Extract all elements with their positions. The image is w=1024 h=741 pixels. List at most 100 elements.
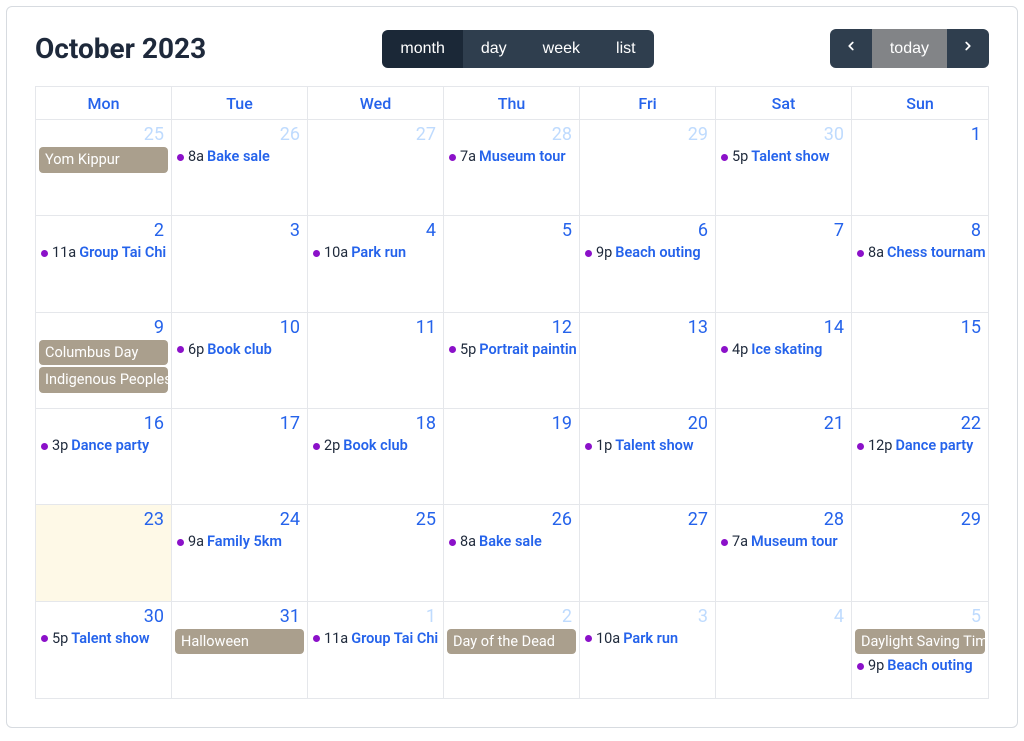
calendar-day[interactable]: 125pPortrait painting: [444, 313, 580, 409]
day-number[interactable]: 28: [719, 507, 848, 532]
calendar-day[interactable]: 27: [308, 120, 444, 216]
event-timed[interactable]: 5pTalent show: [719, 147, 848, 167]
day-number[interactable]: 13: [583, 315, 712, 340]
event-timed[interactable]: 4pIce skating: [719, 340, 848, 360]
view-week-button[interactable]: week: [525, 30, 598, 68]
day-number[interactable]: 21: [719, 411, 848, 436]
day-number[interactable]: 3: [583, 604, 712, 629]
day-number[interactable]: 11: [311, 315, 440, 340]
event-timed[interactable]: 8aBake sale: [175, 147, 304, 167]
calendar-day[interactable]: 3: [172, 216, 308, 312]
event-timed[interactable]: 9aFamily 5km: [175, 532, 304, 552]
day-number[interactable]: 1: [855, 122, 985, 147]
calendar-day[interactable]: 23: [36, 505, 172, 601]
day-number[interactable]: 9: [39, 315, 168, 340]
day-number[interactable]: 20: [583, 411, 712, 436]
day-number[interactable]: 19: [447, 411, 576, 436]
view-list-button[interactable]: list: [598, 30, 654, 68]
event-timed[interactable]: 3pDance party: [39, 436, 168, 456]
calendar-day[interactable]: 13: [580, 313, 716, 409]
calendar-day[interactable]: 144pIce skating: [716, 313, 852, 409]
calendar-day[interactable]: 9Columbus DayIndigenous Peoples' Day: [36, 313, 172, 409]
day-number[interactable]: 4: [719, 604, 848, 629]
day-number[interactable]: 29: [583, 122, 712, 147]
calendar-day[interactable]: 25: [308, 505, 444, 601]
day-number[interactable]: 15: [855, 315, 985, 340]
event-timed[interactable]: 5pTalent show: [39, 629, 168, 649]
event-timed[interactable]: 9pBeach outing: [583, 243, 712, 263]
day-number[interactable]: 16: [39, 411, 168, 436]
day-number[interactable]: 14: [719, 315, 848, 340]
event-allday[interactable]: Columbus Day: [39, 340, 168, 366]
calendar-day[interactable]: 111aGroup Tai Chi: [308, 602, 444, 698]
event-timed[interactable]: 8aChess tournament: [855, 243, 985, 263]
next-button[interactable]: [947, 29, 989, 68]
event-timed[interactable]: 7aMuseum tour: [719, 532, 848, 552]
calendar-day[interactable]: 2Day of the Dead: [444, 602, 580, 698]
calendar-day[interactable]: 29: [852, 505, 988, 601]
calendar-day[interactable]: 17: [172, 409, 308, 505]
calendar-day[interactable]: 305pTalent show: [36, 602, 172, 698]
calendar-day[interactable]: 310aPark run: [580, 602, 716, 698]
today-button[interactable]: today: [872, 29, 947, 68]
event-timed[interactable]: 2pBook club: [311, 436, 440, 456]
day-number[interactable]: 31: [175, 604, 304, 629]
event-timed[interactable]: 5pPortrait painting: [447, 340, 576, 360]
view-month-button[interactable]: month: [382, 30, 462, 68]
calendar-day[interactable]: 201pTalent show: [580, 409, 716, 505]
event-allday[interactable]: Yom Kippur: [39, 147, 168, 173]
event-allday[interactable]: Halloween: [175, 629, 304, 655]
day-number[interactable]: 10: [175, 315, 304, 340]
event-timed[interactable]: 9pBeach outing: [855, 656, 985, 676]
day-number[interactable]: 8: [855, 218, 985, 243]
event-timed[interactable]: 7aMuseum tour: [447, 147, 576, 167]
day-number[interactable]: 30: [719, 122, 848, 147]
calendar-day[interactable]: 2212pDance party: [852, 409, 988, 505]
day-number[interactable]: 22: [855, 411, 985, 436]
calendar-day[interactable]: 163pDance party: [36, 409, 172, 505]
calendar-day[interactable]: 5: [444, 216, 580, 312]
day-number[interactable]: 2: [39, 218, 168, 243]
event-timed[interactable]: 10aPark run: [311, 243, 440, 263]
event-timed[interactable]: 8aBake sale: [447, 532, 576, 552]
calendar-day[interactable]: 31Halloween: [172, 602, 308, 698]
day-number[interactable]: 26: [175, 122, 304, 147]
event-timed[interactable]: 11aGroup Tai Chi: [39, 243, 168, 263]
calendar-day[interactable]: 182pBook club: [308, 409, 444, 505]
event-timed[interactable]: 11aGroup Tai Chi: [311, 629, 440, 649]
day-number[interactable]: 28: [447, 122, 576, 147]
event-timed[interactable]: 10aPark run: [583, 629, 712, 649]
calendar-day[interactable]: 69pBeach outing: [580, 216, 716, 312]
event-timed[interactable]: 6pBook club: [175, 340, 304, 360]
calendar-day[interactable]: 21: [716, 409, 852, 505]
calendar-day[interactable]: 410aPark run: [308, 216, 444, 312]
day-number[interactable]: 18: [311, 411, 440, 436]
calendar-day[interactable]: 249aFamily 5km: [172, 505, 308, 601]
calendar-day[interactable]: 19: [444, 409, 580, 505]
calendar-day[interactable]: 211aGroup Tai Chi: [36, 216, 172, 312]
calendar-day[interactable]: 268aBake sale: [444, 505, 580, 601]
calendar-day[interactable]: 268aBake sale: [172, 120, 308, 216]
day-number[interactable]: 24: [175, 507, 304, 532]
day-number[interactable]: 17: [175, 411, 304, 436]
calendar-day[interactable]: 7: [716, 216, 852, 312]
day-number[interactable]: 5: [447, 218, 576, 243]
day-number[interactable]: 23: [39, 507, 168, 532]
calendar-day[interactable]: 88aChess tournament: [852, 216, 988, 312]
day-number[interactable]: 30: [39, 604, 168, 629]
event-timed[interactable]: 12pDance party: [855, 436, 985, 456]
day-number[interactable]: 1: [311, 604, 440, 629]
calendar-day[interactable]: 5Daylight Saving Time ends9pBeach outing: [852, 602, 988, 698]
day-number[interactable]: 12: [447, 315, 576, 340]
event-allday[interactable]: Daylight Saving Time ends: [855, 629, 985, 655]
prev-button[interactable]: [830, 29, 872, 68]
event-timed[interactable]: 1pTalent show: [583, 436, 712, 456]
day-number[interactable]: 3: [175, 218, 304, 243]
calendar-day[interactable]: 15: [852, 313, 988, 409]
calendar-day[interactable]: 29: [580, 120, 716, 216]
day-number[interactable]: 27: [583, 507, 712, 532]
calendar-day[interactable]: 305pTalent show: [716, 120, 852, 216]
calendar-day[interactable]: 4: [716, 602, 852, 698]
day-number[interactable]: 6: [583, 218, 712, 243]
day-number[interactable]: 7: [719, 218, 848, 243]
